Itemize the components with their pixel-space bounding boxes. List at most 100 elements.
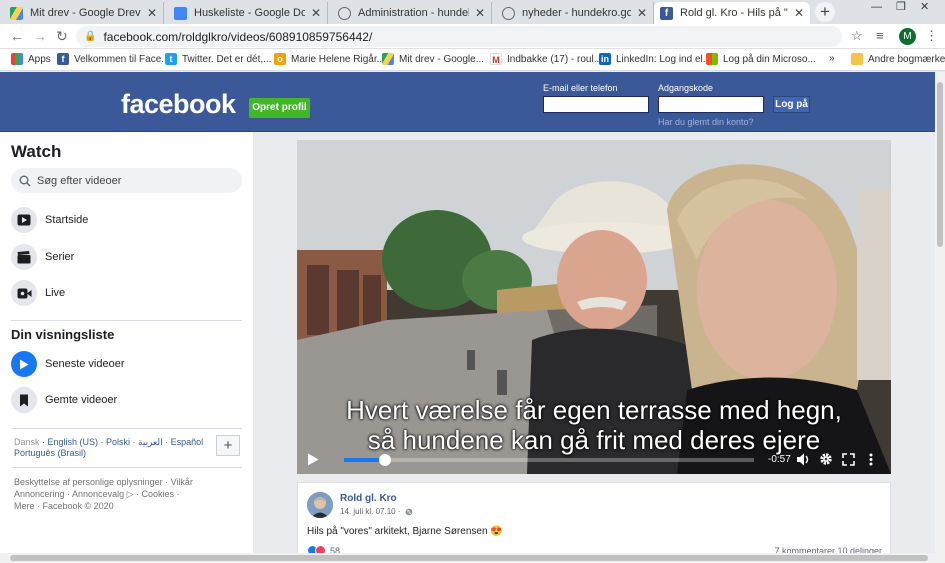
settings-gear-icon[interactable] bbox=[819, 452, 833, 466]
subtitle-line-1: Hvert værelse får egen terrasse med hegn… bbox=[346, 395, 842, 425]
sidebar-item-label: Serier bbox=[45, 251, 75, 263]
video-controls: -0:57 bbox=[297, 447, 891, 474]
url-bar[interactable]: 🔒 facebook.com/roldglkro/videos/60891085… bbox=[76, 26, 842, 47]
bookmark-gmail[interactable]: M Indbakke (17) - roul... bbox=[490, 53, 602, 65]
reload-icon[interactable]: ↻ bbox=[56, 29, 68, 43]
footer-line[interactable]: Beskyttelse af personlige oplysninger · … bbox=[14, 476, 214, 488]
divider bbox=[11, 467, 242, 468]
footer-line[interactable]: Mere · Facebook © 2020 bbox=[14, 500, 214, 512]
close-icon[interactable]: ✕ bbox=[311, 6, 321, 20]
language-link[interactable]: Português (Brasil) bbox=[14, 448, 86, 458]
sidebar-item-live[interactable]: Live bbox=[11, 280, 65, 306]
minimize-icon[interactable]: — bbox=[871, 0, 882, 14]
close-icon[interactable]: ✕ bbox=[475, 6, 485, 20]
sidebar-title: Watch bbox=[11, 142, 62, 161]
fullscreen-icon[interactable] bbox=[842, 453, 855, 466]
bookmark-facebook[interactable]: f Velkommen til Face... bbox=[57, 53, 170, 65]
star-icon[interactable]: ☆ bbox=[851, 29, 863, 43]
post-timestamp[interactable]: 14. juli kl. 07.10 · bbox=[340, 507, 400, 516]
bookmark-icon bbox=[11, 387, 37, 413]
tab-administration[interactable]: Administration - hundekro.go2 ✕ bbox=[332, 2, 492, 24]
language-link[interactable]: Polski bbox=[106, 437, 130, 447]
email-label: E-mail eller telefon bbox=[543, 83, 618, 93]
media-queue-icon[interactable]: ≡ bbox=[876, 29, 884, 43]
close-icon[interactable]: ✕ bbox=[147, 6, 157, 20]
play-icon[interactable] bbox=[307, 453, 319, 466]
back-arrow-icon[interactable]: ← bbox=[10, 29, 24, 43]
vertical-scroll-thumb[interactable] bbox=[937, 82, 943, 247]
more-options-icon[interactable] bbox=[869, 453, 873, 466]
post-text: Hils på "vores" arkitekt, Bjarne Sørense… bbox=[307, 526, 503, 537]
new-tab-button[interactable]: + bbox=[815, 2, 835, 22]
email-field[interactable] bbox=[543, 96, 649, 113]
close-icon[interactable]: ✕ bbox=[637, 6, 647, 20]
gmail-icon: M bbox=[490, 53, 502, 65]
time-remaining: -0:57 bbox=[768, 454, 791, 465]
facebook-icon: f bbox=[660, 6, 673, 20]
bookmark-google-drive[interactable]: Mit drev - Google... bbox=[382, 53, 484, 65]
sidebar-item-startside[interactable]: Startside bbox=[11, 207, 88, 233]
divider bbox=[11, 428, 242, 429]
page-avatar[interactable] bbox=[307, 492, 333, 518]
add-language-button[interactable]: + bbox=[216, 435, 240, 456]
bookmark-label: Andre bogmærker bbox=[868, 53, 945, 65]
bookmarks-overflow-button[interactable]: » bbox=[829, 53, 835, 64]
volume-icon[interactable] bbox=[797, 453, 811, 466]
facebook-logo[interactable]: facebook bbox=[121, 90, 236, 118]
bookmark-twitter[interactable]: t Twitter. Det er dét,... bbox=[165, 53, 271, 65]
tab-nyheder[interactable]: nyheder - hundekro.go2net.dk ✕ bbox=[496, 2, 654, 24]
live-camera-icon bbox=[11, 280, 37, 306]
tab-title: Mit drev - Google Drev bbox=[30, 7, 141, 19]
other-bookmarks-folder[interactable]: Andre bogmærker bbox=[851, 53, 945, 65]
globe-icon bbox=[502, 6, 515, 20]
tab-rold-gl-kro[interactable]: f Rold gl. Kro - Hils på "vores" a ✕ bbox=[654, 2, 810, 24]
bookmark-marie-helene[interactable]: o Marie Helene Rigår... bbox=[274, 53, 385, 65]
sidebar-item-label: Seneste videoer bbox=[45, 358, 125, 370]
video-player[interactable]: Hvert værelse får egen terrasse med hegn… bbox=[297, 140, 891, 474]
video-progress-track[interactable] bbox=[344, 454, 754, 466]
tab-title: Rold gl. Kro - Hils på "vores" a bbox=[680, 7, 788, 19]
sidebar-item-seneste-videoer[interactable]: Seneste videoer bbox=[11, 351, 125, 377]
login-button[interactable]: Log på bbox=[773, 96, 810, 113]
language-link[interactable]: Español bbox=[171, 437, 204, 447]
video-search-input[interactable]: Søg efter videoer bbox=[11, 168, 242, 193]
bookmark-label: Velkommen til Face... bbox=[74, 53, 170, 65]
twitter-icon: t bbox=[165, 53, 177, 65]
globe-icon bbox=[405, 508, 413, 516]
video-play-icon bbox=[11, 207, 37, 233]
bookmark-apps[interactable]: Apps bbox=[11, 53, 51, 65]
close-icon[interactable]: ✕ bbox=[794, 6, 804, 20]
horizontal-scroll-thumb[interactable] bbox=[10, 555, 928, 561]
progress-scrubber[interactable] bbox=[379, 454, 391, 466]
forward-arrow-icon[interactable]: → bbox=[33, 29, 47, 43]
language-link[interactable]: English (US) bbox=[48, 437, 99, 447]
lock-icon: 🔒 bbox=[84, 31, 97, 42]
forgot-account-link[interactable]: Har du glemt din konto? bbox=[658, 117, 754, 127]
clapperboard-icon bbox=[11, 244, 37, 270]
bookmark-label: LinkedIn: Log ind el... bbox=[616, 53, 712, 65]
bookmark-label: Twitter. Det er dét,... bbox=[182, 53, 272, 65]
apps-grid-icon bbox=[11, 53, 23, 65]
sidebar-item-label: Live bbox=[45, 287, 66, 299]
facebook-icon: f bbox=[57, 53, 69, 65]
play-circle-icon bbox=[11, 351, 37, 377]
tab-google-docs[interactable]: Huskeliste - Google Docs ✕ bbox=[168, 2, 328, 24]
tab-title: nyheder - hundekro.go2net.dk bbox=[522, 7, 631, 19]
signup-button[interactable]: Opret profil bbox=[249, 98, 310, 118]
profile-avatar[interactable]: M bbox=[899, 28, 916, 45]
sidebar-item-gemte-videoer[interactable]: Gemte videoer bbox=[11, 387, 117, 413]
menu-dots-icon[interactable]: ⋮ bbox=[925, 29, 938, 43]
sidebar-item-serier[interactable]: Serier bbox=[11, 244, 74, 270]
restore-window-icon[interactable]: ❐ bbox=[896, 0, 906, 14]
footer-line[interactable]: Annoncering · Annoncevalg ▷ · Cookies · bbox=[14, 488, 214, 500]
bookmark-label: Indbakke (17) - roul... bbox=[507, 53, 603, 65]
close-window-icon[interactable]: ✕ bbox=[920, 0, 929, 14]
language-link[interactable]: العربية bbox=[138, 437, 163, 447]
address-toolbar: ← → ↻ 🔒 facebook.com/roldglkro/videos/60… bbox=[0, 24, 945, 49]
page-name-link[interactable]: Rold gl. Kro bbox=[340, 493, 397, 504]
tab-google-drive[interactable]: Mit drev - Google Drev ✕ bbox=[4, 2, 164, 24]
bookmark-linkedin[interactable]: in LinkedIn: Log ind el... bbox=[599, 53, 711, 65]
password-field[interactable] bbox=[658, 96, 764, 113]
search-placeholder: Søg efter videoer bbox=[37, 174, 122, 187]
bookmark-microsoft[interactable]: Log på din Microso... bbox=[706, 53, 816, 65]
